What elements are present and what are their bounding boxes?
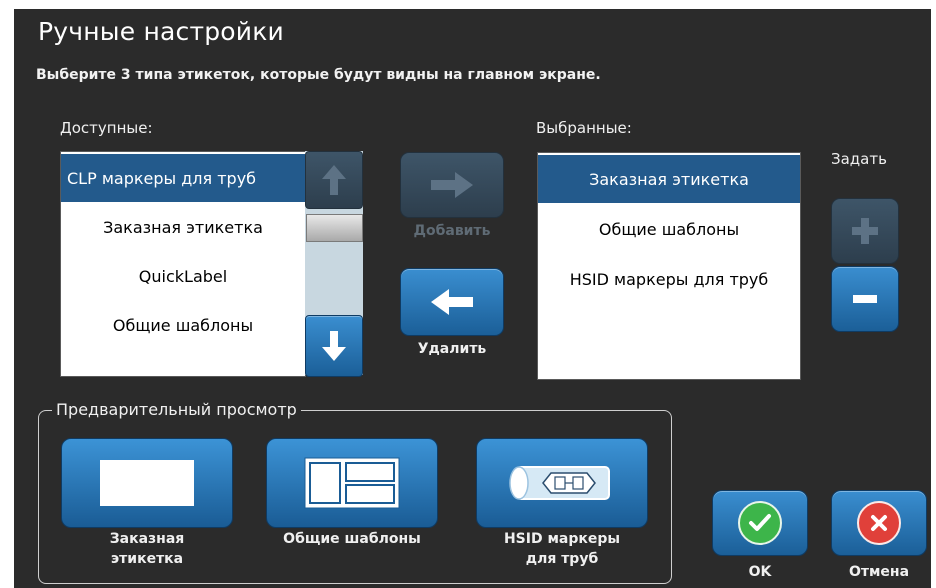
arrow-left-icon [431, 289, 473, 315]
selected-item[interactable]: Заказная этикетка [538, 155, 800, 203]
minus-icon [853, 295, 877, 303]
available-item[interactable]: QuickLabel [61, 252, 305, 300]
available-item-label: Заказная этикетка [103, 217, 263, 237]
selected-label: Выбранные: [536, 119, 632, 137]
available-item[interactable]: CLP маркеры для труб [61, 154, 305, 202]
template-layout-icon [304, 457, 400, 509]
available-item[interactable]: Заказная этикетка [61, 203, 305, 251]
ok-button[interactable] [712, 490, 808, 556]
add-label: Добавить [413, 223, 491, 239]
scroll-down-button[interactable] [305, 315, 363, 377]
available-item-label: QuickLabel [138, 266, 228, 286]
selected-item-label: Заказная этикетка [589, 169, 749, 189]
arrow-right-icon [431, 172, 473, 198]
remove-button[interactable] [400, 268, 504, 336]
dialog-subtitle: Выберите 3 типа этикеток, которые будут … [36, 67, 601, 83]
ok-label: OK [748, 564, 772, 580]
cancel-label: Отмена [848, 564, 910, 580]
selected-item[interactable]: HSID маркеры для труб [538, 255, 800, 303]
minus-button[interactable] [831, 266, 899, 332]
preview-templates-caption: Общие шаблоны [266, 529, 438, 549]
scrollbar-thumb[interactable] [306, 214, 363, 242]
cancel-button[interactable] [831, 490, 927, 556]
selected-list: Заказная этикетка Общие шаблоны HSID мар… [537, 152, 801, 380]
dialog-title: Ручные настройки [38, 17, 284, 46]
selected-item-label: Общие шаблоны [598, 219, 740, 239]
plus-icon [852, 218, 878, 244]
preview-hsid-caption: HSID маркеры для труб [476, 529, 648, 569]
available-item-label: CLP маркеры для труб [67, 168, 257, 188]
caption-line: Общие шаблоны [283, 531, 421, 547]
add-button[interactable] [400, 152, 504, 218]
caption-line: HSID маркеры [503, 531, 621, 547]
arrow-up-icon [322, 165, 346, 195]
check-icon [738, 501, 782, 545]
preview-legend: Предварительный просмотр [52, 400, 301, 419]
set-label: Задать [831, 150, 887, 168]
pipe-marker-icon [509, 466, 610, 500]
scroll-up-button[interactable] [305, 151, 363, 209]
preview-custom-label-caption: Заказная этикетка [61, 529, 233, 569]
caption-line: для труб [525, 551, 599, 567]
label-preview-icon [100, 460, 194, 506]
remove-label: Удалить [417, 341, 487, 357]
close-icon [857, 501, 901, 545]
available-item[interactable]: Общие шаблоны [61, 301, 305, 349]
plus-button[interactable] [831, 198, 899, 264]
dialog: Ручные настройки Выберите 3 типа этикето… [14, 9, 931, 588]
available-label: Доступные: [60, 119, 153, 137]
selected-item-label: HSID маркеры для труб [569, 269, 769, 289]
preview-custom-label-button[interactable] [61, 438, 233, 528]
preview-hsid-button[interactable] [476, 438, 648, 528]
selected-item[interactable]: Общие шаблоны [538, 205, 800, 253]
arrow-down-icon [322, 331, 346, 361]
caption-line: Заказная [109, 531, 185, 547]
available-item-label: Общие шаблоны [112, 315, 254, 335]
caption-line: этикетка [110, 551, 184, 567]
preview-templates-button[interactable] [266, 438, 438, 528]
available-list: CLP маркеры для труб Заказная этикетка Q… [60, 151, 306, 377]
